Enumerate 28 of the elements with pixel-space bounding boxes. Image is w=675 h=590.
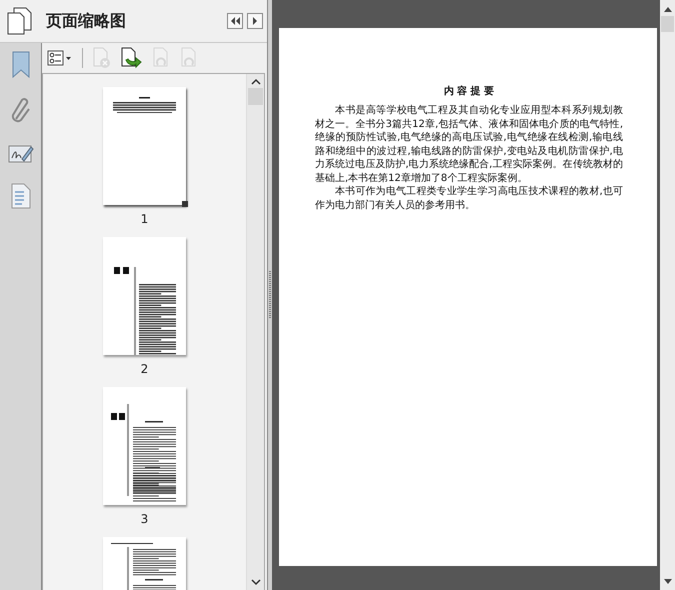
page-thumbnail[interactable] xyxy=(103,87,186,205)
double-left-arrow-icon xyxy=(230,17,240,25)
scroll-up-icon[interactable] xyxy=(662,5,672,13)
paperclip-icon[interactable] xyxy=(10,97,32,125)
document-heading: 内 容 提 要 xyxy=(442,84,496,98)
list-options-icon xyxy=(47,49,73,67)
expand-button[interactable] xyxy=(247,13,263,29)
pages-icon[interactable] xyxy=(6,7,32,35)
page-number: 3 xyxy=(140,512,148,526)
signature-pen-icon[interactable] xyxy=(8,143,34,165)
scrollbar-thumb[interactable] xyxy=(248,88,263,105)
page-thumbnail[interactable] xyxy=(103,237,186,355)
page-insert-icon xyxy=(120,47,142,69)
toolbar-button[interactable] xyxy=(119,46,143,70)
right-arrow-icon xyxy=(252,17,258,25)
page-thumbnail[interactable] xyxy=(103,387,186,505)
document-paragraph: 本书是高等学校电气工程及其自动化专业应用型本科系列规划教材之一。全书分3篇共12章,包括气体、液体和固体电介质的电气特性,绝缘的预防性试验,电气绝缘的高电压试验,电气绝缘在线检测,输电线路和绕组中的波过程,输电线路的防雷保护,变电站及电机防雷保护,电力系统过电压及防护,电力系统绝缘配合,工程实际案例。在传统教材的基础上,本书在第12章增加了8个工程实际案例。 xyxy=(315,104,623,185)
scroll-up-icon[interactable] xyxy=(250,78,260,86)
document-paragraph: 本书可作为电气工程类专业学生学习高电压技术课程的教材,也可作为电力部门有关人员的参考用书。 xyxy=(315,185,623,212)
page-delete-icon xyxy=(92,47,112,69)
page-number: 1 xyxy=(140,212,148,226)
collapse-button[interactable] xyxy=(227,13,243,29)
scrollbar-thumb[interactable] xyxy=(661,16,674,32)
scroll-down-icon[interactable] xyxy=(250,578,260,586)
panel-title: 页面缩略图 xyxy=(46,10,127,32)
scroll-down-icon[interactable] xyxy=(662,578,672,586)
page-number: 2 xyxy=(140,362,148,376)
options-menu-button[interactable] xyxy=(46,48,74,68)
